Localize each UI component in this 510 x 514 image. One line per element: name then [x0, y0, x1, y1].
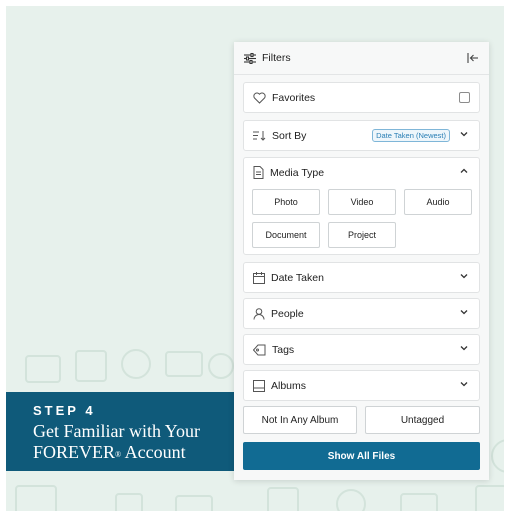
album-icon [253, 379, 265, 392]
step-banner: STEP 4 Get Familiar with Your FOREVER® A… [6, 392, 234, 471]
favorites-label: Favorites [272, 91, 316, 104]
filters-title: Filters [262, 52, 291, 64]
sort-icon [253, 130, 266, 141]
step-title-end: Account [121, 442, 186, 462]
filters-panel: Filters Favorites Sort By Date Taken (Ne… [234, 42, 489, 480]
albums-section[interactable]: Albums [243, 370, 480, 401]
media-option-video[interactable]: Video [328, 189, 396, 215]
media-type-label: Media Type [270, 166, 325, 179]
media-option-project[interactable]: Project [328, 222, 396, 248]
tags-section[interactable]: Tags [243, 334, 480, 365]
sort-label: Sort By [272, 129, 307, 142]
date-taken-label: Date Taken [271, 271, 324, 284]
filters-header: Filters [234, 42, 489, 75]
chevron-down-icon[interactable] [458, 377, 470, 395]
media-option-photo[interactable]: Photo [252, 189, 320, 215]
albums-row[interactable]: Albums [244, 371, 479, 400]
media-option-audio[interactable]: Audio [404, 189, 472, 215]
sort-value-badge[interactable]: Date Taken (Newest) [372, 129, 450, 142]
favorites-row[interactable]: Favorites [244, 83, 479, 112]
tags-label: Tags [272, 343, 295, 356]
chevron-down-icon[interactable] [458, 269, 470, 287]
collapse-left-icon[interactable] [467, 53, 479, 63]
show-all-files-button[interactable]: Show All Files [243, 442, 480, 470]
step-title-line1: Get Familiar with Your [33, 421, 201, 441]
step-label: STEP 4 [33, 403, 96, 418]
heart-icon [253, 91, 266, 104]
untagged-button[interactable]: Untagged [365, 406, 480, 434]
calendar-icon [253, 271, 265, 284]
tag-icon [253, 344, 266, 356]
people-label: People [271, 307, 304, 320]
person-icon [253, 307, 265, 320]
media-type-row[interactable]: Media Type [244, 158, 479, 187]
step-title: Get Familiar with Your FOREVER® Account [33, 421, 234, 463]
people-section[interactable]: People [243, 298, 480, 329]
chevron-up-icon[interactable] [458, 164, 470, 182]
document-icon [253, 166, 264, 179]
favorites-checkbox[interactable] [459, 92, 470, 103]
sort-section[interactable]: Sort By Date Taken (Newest) [243, 120, 480, 151]
not-in-any-album-button[interactable]: Not In Any Album [243, 406, 357, 434]
chevron-down-icon[interactable] [458, 127, 470, 145]
sliders-icon [244, 52, 256, 64]
albums-label: Albums [271, 379, 307, 392]
date-taken-section[interactable]: Date Taken [243, 262, 480, 293]
brand-name: FOREVER [33, 442, 116, 462]
favorites-section[interactable]: Favorites [243, 82, 480, 113]
date-taken-row[interactable]: Date Taken [244, 263, 479, 292]
sort-row[interactable]: Sort By Date Taken (Newest) [244, 121, 479, 150]
people-row[interactable]: People [244, 299, 479, 328]
registered-mark: ® [115, 450, 122, 459]
tags-row[interactable]: Tags [244, 335, 479, 364]
media-type-section: Media Type Photo Video Audio Document Pr… [243, 157, 480, 255]
media-type-options: Photo Video Audio Document Project [244, 187, 479, 260]
chevron-down-icon[interactable] [458, 341, 470, 359]
media-option-document[interactable]: Document [252, 222, 320, 248]
step-title-line2: FOREVER® Account [33, 442, 234, 463]
chevron-down-icon[interactable] [458, 305, 470, 323]
